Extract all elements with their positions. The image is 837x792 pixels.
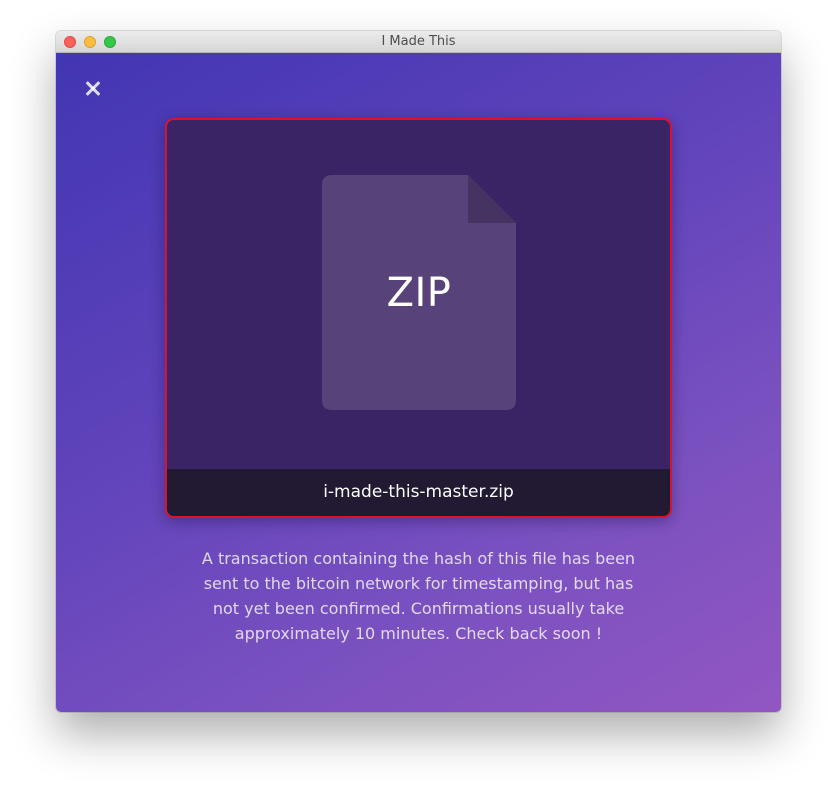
file-name: i-made-this-master.zip: [167, 469, 670, 516]
status-message: A transaction containing the hash of thi…: [201, 549, 636, 643]
window-titlebar[interactable]: I Made This: [56, 31, 781, 53]
zip-file-icon: ZIP: [322, 175, 516, 410]
file-preview-card[interactable]: ZIP i-made-this-master.zip: [165, 118, 672, 518]
close-x-icon[interactable]: [83, 79, 103, 99]
main-content: ZIP i-made-this-master.zip A transaction…: [56, 53, 781, 712]
app-window: I Made This ZIP i-made-this-master.zip A…: [56, 31, 781, 712]
window-title: I Made This: [381, 34, 456, 49]
file-type-label: ZIP: [386, 270, 452, 316]
